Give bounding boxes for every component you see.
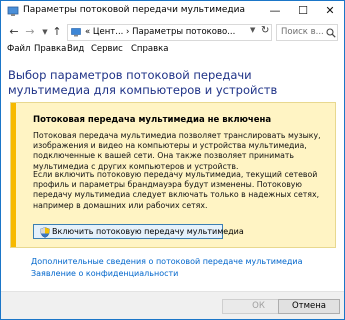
dialog-window: Параметры потоковой передачи мультимедиа… xyxy=(0,0,345,320)
search-placeholder: Поиск в... xyxy=(281,27,324,37)
refresh-icon[interactable]: ↻ xyxy=(261,25,269,36)
maximize-button[interactable]: ☐ xyxy=(289,1,317,21)
up-arrow-icon[interactable]: ↑ xyxy=(50,24,64,40)
content-pane: Выбор параметров потоковой передачи муль… xyxy=(1,57,344,291)
search-icon[interactable] xyxy=(326,28,336,38)
info-accent-bar xyxy=(11,103,16,247)
window-title: Параметры потоковой передачи мультимедиа xyxy=(23,5,245,15)
search-input[interactable]: Поиск в... xyxy=(276,24,338,41)
cancel-button[interactable]: Отмена xyxy=(278,299,340,314)
more-info-link[interactable]: Дополнительные сведения о потоковой пере… xyxy=(31,257,303,266)
menu-view[interactable]: Вид xyxy=(67,44,84,54)
menu-file[interactable]: Файл xyxy=(7,44,30,54)
control-panel-icon xyxy=(71,28,81,37)
enable-streaming-label: Включить потоковую передачу мультимедиа xyxy=(52,227,244,236)
info-description: Потоковая передача мультимедиа позволяет… xyxy=(33,131,321,171)
menu-help[interactable]: Справка xyxy=(131,44,168,54)
info-warning: Если включить потоковую передачу мультим… xyxy=(33,170,320,210)
address-bar[interactable]: « Цент... › Параметры потоково... ▼ ↻ xyxy=(67,24,272,41)
enable-streaming-button[interactable]: Включить потоковую передачу мультимедиа xyxy=(33,224,244,239)
menu-bar: Файл Правка Вид Сервис Справка xyxy=(1,43,344,57)
address-dropdown-icon[interactable]: ▼ xyxy=(250,26,255,34)
title-bar: Параметры потоковой передачи мультимедиа… xyxy=(1,1,344,21)
close-button[interactable]: ✕ xyxy=(316,1,344,21)
forward-arrow-icon[interactable]: → xyxy=(23,24,37,40)
page-title: Выбор параметров потоковой передачи муль… xyxy=(8,68,278,97)
menu-tools[interactable]: Сервис xyxy=(91,44,123,54)
back-arrow-icon[interactable]: ← xyxy=(7,24,21,40)
info-panel: Потоковая передача мультимедиа не включе… xyxy=(10,102,336,248)
privacy-statement-link[interactable]: Заявление о конфиденциальности xyxy=(31,269,178,278)
breadcrumb[interactable]: « Цент... › Параметры потоково... xyxy=(85,27,235,37)
menu-edit[interactable]: Правка xyxy=(34,44,66,54)
dialog-footer: ОК Отмена xyxy=(1,291,344,319)
minimize-button[interactable]: — xyxy=(261,1,289,21)
uac-shield-icon xyxy=(40,227,50,238)
address-row: ← → ▼ ↑ « Цент... › Параметры потоково..… xyxy=(1,21,344,43)
info-title: Потоковая передача мультимедиа не включе… xyxy=(33,115,272,125)
media-streaming-icon xyxy=(7,6,19,16)
